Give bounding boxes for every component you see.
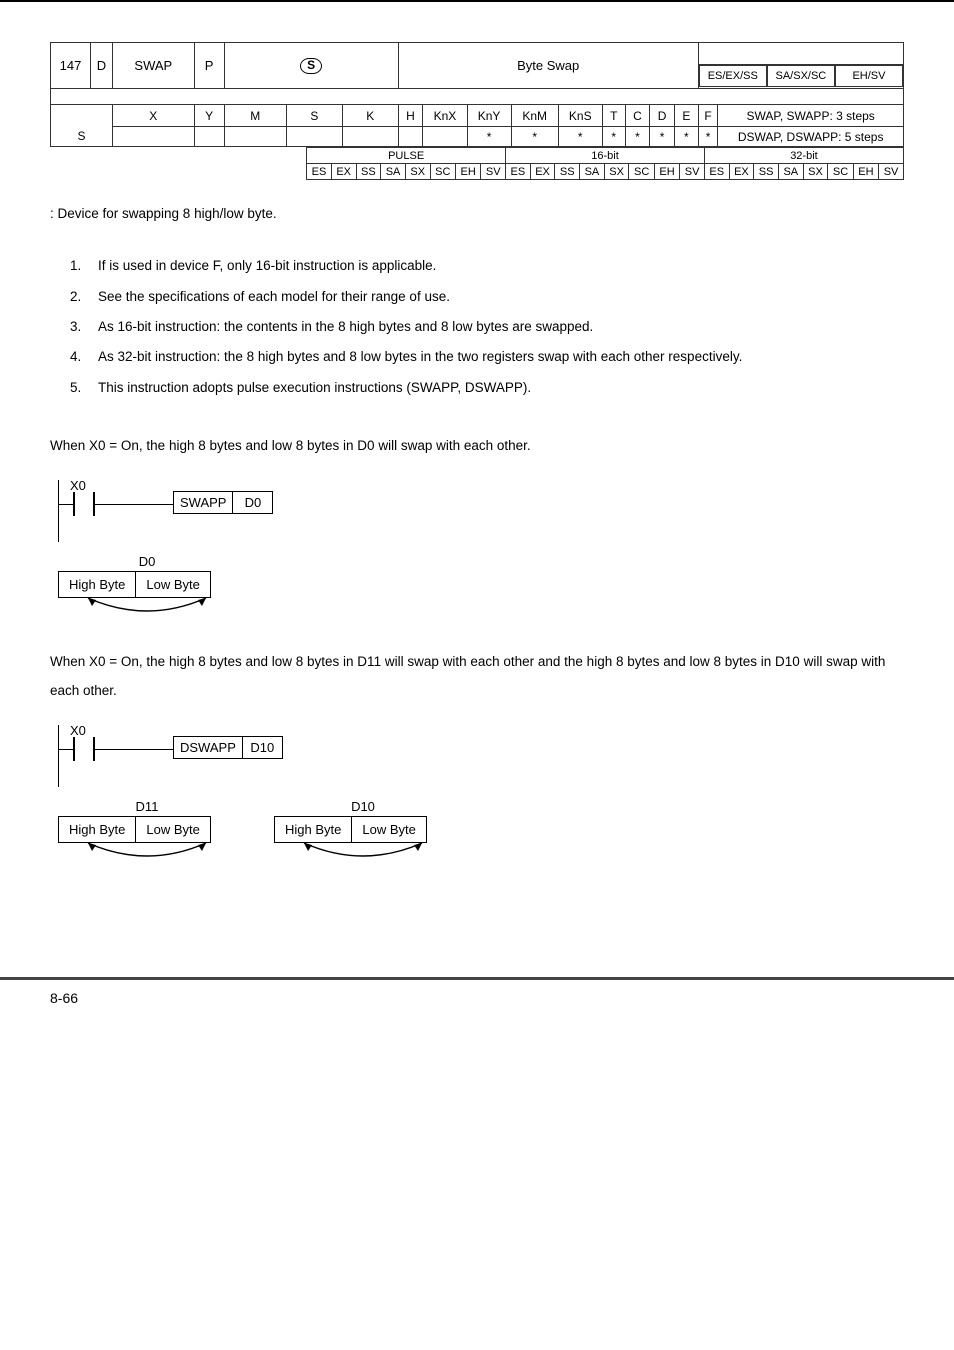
- model-2: SA/SX/SC: [767, 65, 835, 87]
- page-footer: 8-66: [0, 977, 954, 1016]
- type-icon-cell: S: [224, 43, 398, 89]
- byte-box-d11: High Byte Low Byte: [58, 816, 211, 843]
- p-cell: P: [194, 43, 224, 89]
- swap-arrow-icon: [58, 841, 236, 867]
- d-cell: D: [91, 43, 113, 89]
- ladder-diagram-1: X0 SWAPP D0: [58, 480, 904, 542]
- byte-box-d10: High Byte Low Byte: [274, 816, 427, 843]
- s-row-label: S: [51, 127, 113, 147]
- instruction-header-table: 147 D SWAP P S Byte Swap ES/EX/SS SA/SX/…: [50, 42, 904, 147]
- swap-arrow-icon: [58, 596, 236, 622]
- example2-intro: When X0 = On, the high 8 bytes and low 8…: [50, 648, 904, 705]
- notes-list: 1.If is used in device F, only 16-bit in…: [50, 252, 904, 402]
- model-1: ES/EX/SS: [699, 65, 767, 87]
- swap-arrow-icon: [274, 841, 452, 867]
- operand-note: : Device for swapping 8 high/low byte.: [50, 200, 904, 228]
- dollar-icon: S: [300, 58, 322, 74]
- opcode-number: 147: [51, 43, 91, 89]
- pulse-table: PULSE 16-bit 32-bit ESEXSSSASXSCEHSVESEX…: [306, 147, 904, 180]
- example1-intro: When X0 = On, the high 8 bytes and low 8…: [50, 432, 904, 460]
- swap-steps: SWAP, SWAPP: 3 steps: [718, 105, 904, 127]
- ladder-diagram-2: X0 DSWAPP D10: [58, 725, 904, 787]
- description: Byte Swap: [398, 43, 698, 89]
- byte-box-d0: High Byte Low Byte: [58, 571, 211, 598]
- model-3: EH/SV: [835, 65, 903, 87]
- instr-name: SWAP: [113, 43, 195, 89]
- dswap-steps: DSWAP, DSWAPP: 5 steps: [718, 127, 904, 147]
